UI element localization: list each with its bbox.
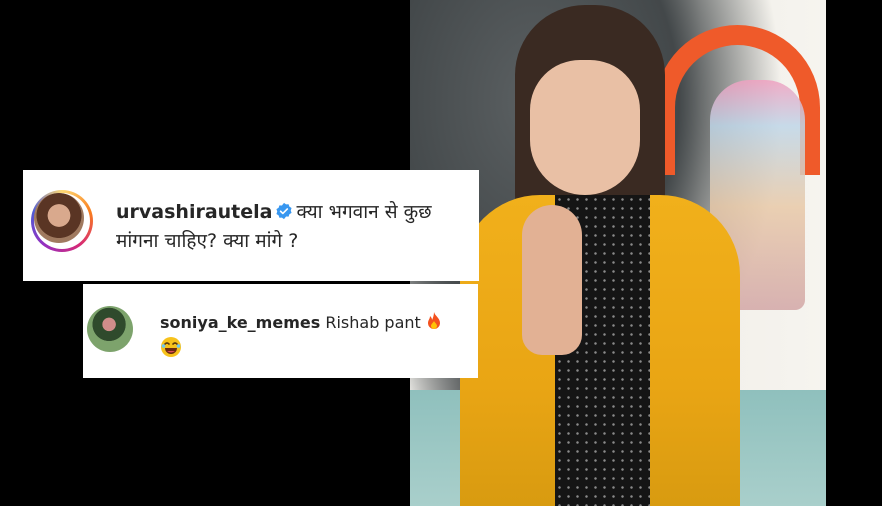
verified-badge-icon (276, 202, 293, 220)
laughing-face-icon (161, 337, 181, 357)
profile-avatar[interactable] (34, 193, 84, 243)
woman-face (530, 60, 640, 195)
caption-text-block: urvashirautela क्या भगवान से कुछ मांगना च… (116, 198, 466, 256)
username[interactable]: urvashirautela (116, 201, 272, 223)
post-caption-comment: urvashirautela क्या भगवान से कुछ मांगना च… (23, 170, 479, 281)
comment-meta-cutoff: ... (160, 370, 173, 378)
reply-text-block: soniya_ke_memes Rishab pant (160, 310, 475, 363)
folded-hands (522, 205, 582, 355)
reply-comment: soniya_ke_memes Rishab pant ... (83, 284, 478, 378)
story-ring[interactable] (31, 190, 93, 252)
comment-text: Rishab pant (325, 313, 421, 332)
profile-avatar[interactable] (87, 306, 133, 352)
username[interactable]: soniya_ke_memes (160, 313, 320, 332)
fire-icon (427, 312, 440, 329)
